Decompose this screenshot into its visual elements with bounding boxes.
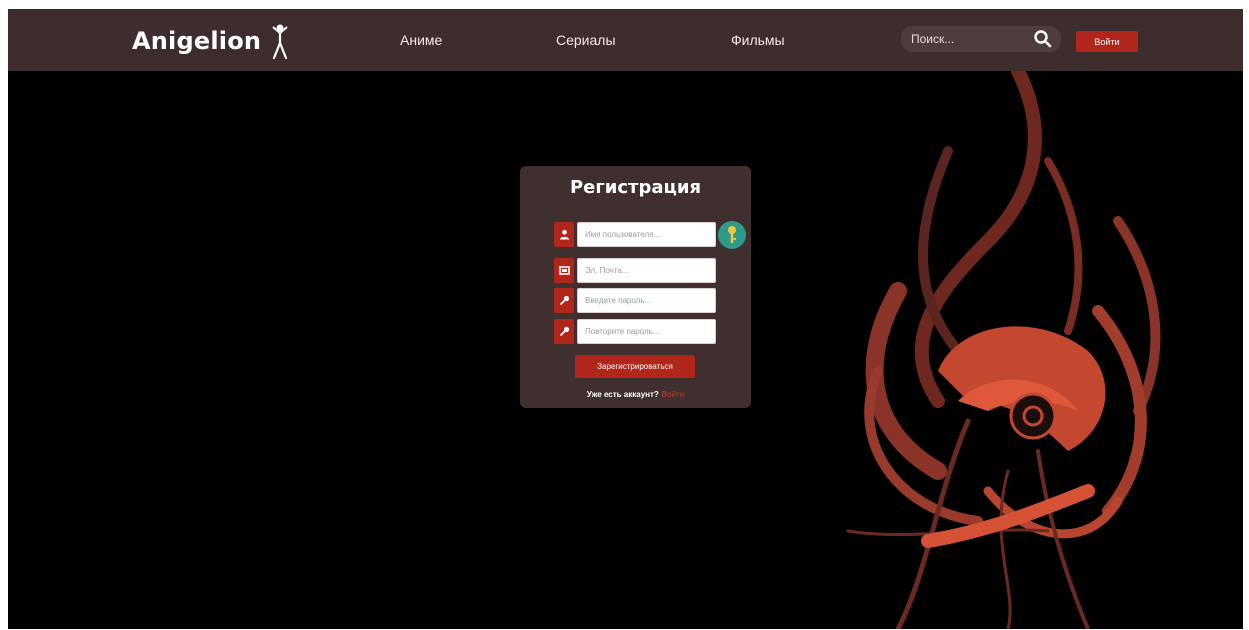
username-row — [554, 222, 716, 247]
registration-title: Регистрация — [569, 177, 702, 198]
logo-text: Anigelion — [132, 27, 262, 55]
logo[interactable]: Anigelion — [132, 23, 291, 59]
have-account-line: Уже есть аккаунт? Войти — [520, 390, 751, 399]
page-frame: Anigelion Аниме Сериалы Фильмы Войти Рег… — [8, 9, 1243, 629]
nav-serials[interactable]: Сериалы — [556, 32, 616, 48]
password-row — [554, 288, 716, 313]
nav-films[interactable]: Фильмы — [731, 32, 785, 48]
user-icon — [554, 222, 574, 247]
flame-emblem-art — [846, 71, 1161, 629]
email-row — [554, 258, 716, 283]
email-field[interactable] — [577, 258, 716, 283]
password-repeat-row — [554, 319, 716, 344]
header-login-button[interactable]: Войти — [1076, 31, 1138, 52]
figure-icon — [272, 24, 288, 59]
key-icon — [554, 288, 574, 313]
site-header: Anigelion Аниме Сериалы Фильмы Войти — [8, 9, 1243, 71]
signin-link[interactable]: Войти — [662, 390, 684, 399]
mail-icon — [554, 258, 574, 283]
search-input[interactable] — [901, 26, 1031, 52]
password-field[interactable] — [577, 288, 716, 313]
search-icon[interactable] — [1033, 29, 1053, 49]
registration-card: Регистрация Имя пользователя... Эл. Почт… — [520, 166, 751, 408]
search-box — [901, 26, 1061, 52]
key-badge-icon — [718, 221, 746, 249]
register-button[interactable]: Зарегистрироваться — [575, 355, 695, 378]
nav-anime[interactable]: Аниме — [400, 32, 442, 48]
username-field[interactable] — [577, 222, 716, 247]
password-repeat-field[interactable] — [577, 319, 716, 344]
key-icon — [554, 319, 574, 344]
have-account-text: Уже есть аккаунт? — [586, 390, 659, 399]
